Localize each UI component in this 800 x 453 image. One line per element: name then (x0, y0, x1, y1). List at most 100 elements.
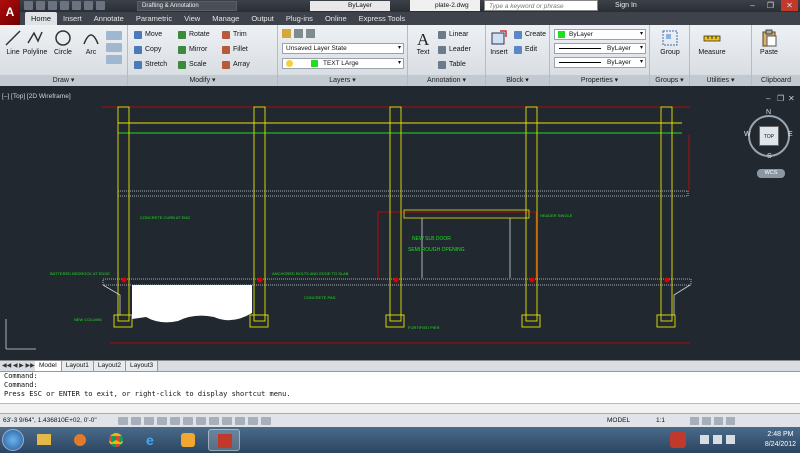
model-space-button[interactable]: MODEL (607, 414, 630, 427)
tab-home[interactable]: Home (25, 12, 58, 25)
clipboard-panel-title[interactable]: Clipboard (752, 75, 800, 86)
save-icon[interactable] (48, 1, 57, 10)
ie-taskbar-button[interactable]: e (136, 429, 168, 451)
qat-bylayer-dropdown[interactable]: ByLayer (310, 1, 390, 11)
annotation-panel-title[interactable]: Annotation ▾ (408, 75, 485, 86)
viewcube-east[interactable]: E (788, 131, 793, 138)
sign-in-button[interactable]: Sign In (615, 0, 637, 11)
workspace-dropdown[interactable]: Drafting & Annotation (137, 1, 237, 11)
leader-button[interactable]: Leader (438, 44, 471, 56)
layer-dropdown[interactable]: TEXT LArge ▾ (282, 58, 404, 69)
tab-express-tools[interactable]: Express Tools (353, 12, 412, 25)
tab-insert[interactable]: Insert (57, 12, 88, 25)
text-button[interactable]: A Text (410, 29, 436, 56)
command-input[interactable] (0, 403, 800, 413)
osnap-toggle-icon[interactable] (170, 417, 180, 425)
scale-button[interactable]: Scale (178, 59, 207, 71)
annotation-scale[interactable]: 1:1 (656, 414, 665, 427)
undo-icon[interactable] (84, 1, 93, 10)
modify-panel-title[interactable]: Modify ▾ (128, 75, 277, 86)
lock-icon[interactable] (702, 417, 711, 425)
restore-button[interactable]: ❐ (762, 0, 779, 11)
search-input[interactable]: Type a keyword or phrase (484, 0, 598, 11)
group-button[interactable]: Group (656, 29, 684, 56)
system-clock[interactable]: 2:48 PM 8/24/2012 (765, 430, 796, 450)
copy-button[interactable]: Copy (134, 44, 161, 56)
drawing-canvas[interactable]: [–] [Top] [2D Wireframe] – ❐ ✕ NEW SLB D… (0, 87, 800, 360)
viewcube-west[interactable]: W (744, 131, 751, 138)
rotate-button[interactable]: Rotate (178, 29, 210, 41)
layer-properties-icon[interactable] (282, 29, 291, 38)
mirror-button[interactable]: Mirror (178, 44, 207, 56)
table-button[interactable]: Table (438, 59, 466, 71)
grid-toggle-icon[interactable] (131, 417, 141, 425)
insert-block-button[interactable]: Insert (486, 29, 512, 56)
explorer-taskbar-button[interactable] (28, 429, 60, 451)
layer-freeze-icon[interactable] (306, 29, 315, 38)
layer-state-dropdown[interactable]: Unsaved Layer State ▾ (282, 43, 404, 54)
qp-toggle-icon[interactable] (248, 417, 258, 425)
edit-block-button[interactable]: Edit (514, 44, 537, 56)
media-taskbar-button[interactable] (64, 429, 96, 451)
saveas-icon[interactable] (60, 1, 69, 10)
tab-manage[interactable]: Manage (206, 12, 245, 25)
tab-view[interactable]: View (178, 12, 206, 25)
viewcube-south[interactable]: S (767, 153, 772, 160)
new-icon[interactable] (24, 1, 33, 10)
layers-panel-title[interactable]: Layers ▾ (278, 75, 407, 86)
sc-toggle-icon[interactable] (261, 417, 271, 425)
fillet-button[interactable]: Fillet (222, 44, 248, 56)
linear-dimension-button[interactable]: Linear (438, 29, 468, 41)
redo-icon[interactable] (96, 1, 105, 10)
minimize-button[interactable]: – (744, 0, 761, 11)
hatch-icon[interactable] (106, 43, 122, 52)
block-panel-title[interactable]: Block ▾ (486, 75, 549, 86)
plot-icon[interactable] (72, 1, 81, 10)
network-icon[interactable] (713, 435, 722, 444)
show-hidden-icon[interactable] (700, 435, 709, 444)
ellipse-icon[interactable] (106, 55, 122, 64)
ducs-toggle-icon[interactable] (196, 417, 206, 425)
arc-button[interactable]: Arc (78, 29, 104, 56)
create-block-button[interactable]: Create (514, 29, 546, 41)
utilities-panel-title[interactable]: Utilities ▾ (690, 75, 751, 86)
tab-model[interactable]: Model (35, 361, 62, 371)
viewcube-north[interactable]: N (766, 109, 771, 116)
open-icon[interactable] (36, 1, 45, 10)
viewcube-top-face[interactable]: TOP (759, 126, 779, 146)
start-button[interactable] (2, 429, 24, 451)
tab-plugins[interactable]: Plug-ins (280, 12, 319, 25)
clean-screen-icon[interactable] (726, 417, 735, 425)
wcs-menu[interactable]: WCS (757, 169, 785, 178)
autocad-taskbar-button[interactable] (208, 429, 240, 451)
volume-icon[interactable] (726, 435, 735, 444)
groups-panel-title[interactable]: Groups ▾ (650, 75, 689, 86)
layout-nav-arrows[interactable]: ◀◀ ◀ ▶ ▶▶ (2, 362, 35, 369)
otrack-toggle-icon[interactable] (183, 417, 193, 425)
lwt-toggle-icon[interactable] (222, 417, 232, 425)
workspace-switch-icon[interactable] (690, 417, 699, 425)
array-button[interactable]: Array (222, 59, 250, 71)
linetype-dropdown[interactable]: ByLayer ▾ (554, 43, 646, 54)
tab-layout3[interactable]: Layout3 (126, 361, 159, 371)
tray-autocad-icon[interactable] (670, 432, 686, 448)
tab-layout1[interactable]: Layout1 (61, 361, 94, 371)
properties-panel-title[interactable]: Properties ▾ (550, 75, 649, 86)
polyline-button[interactable]: Polyline (20, 29, 50, 56)
measure-button[interactable]: Measure (694, 29, 730, 56)
polar-toggle-icon[interactable] (157, 417, 167, 425)
lineweight-dropdown[interactable]: ByLayer ▾ (554, 57, 646, 68)
tab-annotate[interactable]: Annotate (88, 12, 130, 25)
tab-online[interactable]: Online (319, 12, 353, 25)
rectangle-icon[interactable] (106, 31, 122, 40)
tab-layout2[interactable]: Layout2 (93, 361, 126, 371)
close-button[interactable]: ✕ (781, 0, 798, 11)
circle-button[interactable]: Circle (50, 29, 76, 56)
move-button[interactable]: Move (134, 29, 162, 41)
draw-panel-title[interactable]: Draw ▾ (0, 75, 127, 86)
tab-parametric[interactable]: Parametric (130, 12, 178, 25)
color-dropdown[interactable]: ByLayer ▾ (554, 29, 646, 40)
isolate-icon[interactable] (714, 417, 723, 425)
tab-output[interactable]: Output (245, 12, 280, 25)
paste-button[interactable]: Paste (756, 29, 782, 56)
